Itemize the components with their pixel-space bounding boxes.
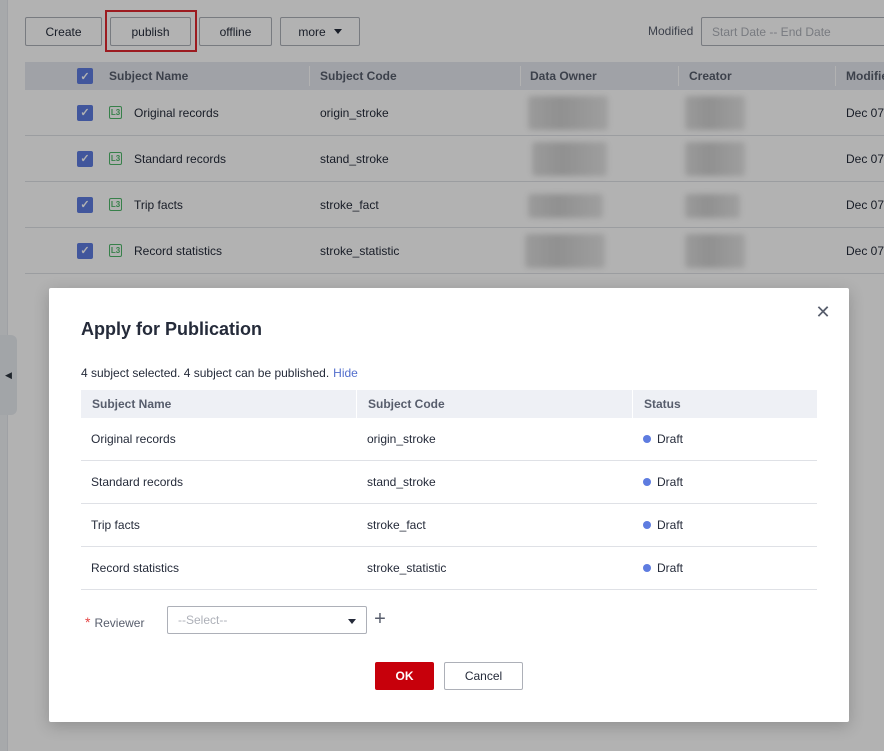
plus-icon[interactable]: + [370,608,390,632]
publish-dialog: Apply for Publication ✕ 4 subject select… [49,288,849,722]
subject-name: Standard records [91,475,184,489]
status-cell: Draft [643,547,683,589]
table-row: Record statistics stroke_statistic Draft [81,547,817,590]
cancel-button[interactable]: Cancel [444,662,523,690]
table-row: Standard records stand_stroke Draft [81,461,817,504]
status-cell: Draft [643,504,683,546]
status-dot-icon [643,521,651,529]
status-cell: Draft [643,418,683,460]
status-cell: Draft [643,461,683,503]
subject-name: Record statistics [91,561,180,575]
reviewer-select[interactable]: --Select-- [167,606,367,634]
reviewer-placeholder: --Select-- [178,613,228,627]
subject-code: origin_stroke [367,432,436,446]
status-dot-icon [643,478,651,486]
status-text: Draft [657,475,684,489]
col-status: Status [644,397,681,411]
dialog-title: Apply for Publication [81,319,263,339]
column-divider [632,390,633,418]
col-subject-name: Subject Name [92,397,172,411]
subject-code: stroke_fact [367,518,426,532]
column-divider [356,390,357,418]
hide-link[interactable]: Hide [333,366,358,380]
subject-code: stand_stroke [367,475,436,489]
caret-down-icon [348,619,356,624]
col-subject-code: Subject Code [368,397,445,411]
table-header: Subject Name Subject Code Status [81,390,817,418]
reviewer-label: * Reviewer [85,614,144,630]
publish-table: Subject Name Subject Code Status Origina… [81,390,817,590]
summary-text: 4 subject selected. 4 subject can be pub… [81,366,330,380]
subject-name: Trip facts [91,518,140,532]
status-text: Draft [657,561,684,575]
table-row: Trip facts stroke_fact Draft [81,504,817,547]
selection-summary: 4 subject selected. 4 subject can be pub… [81,366,358,380]
close-icon[interactable]: ✕ [815,303,831,321]
required-mark: * [85,614,91,630]
subject-code: stroke_statistic [367,561,447,575]
table-row: Original records origin_stroke Draft [81,418,817,461]
subject-name: Original records [91,432,176,446]
status-text: Draft [657,432,684,446]
status-dot-icon [643,435,651,443]
ok-button[interactable]: OK [375,662,434,690]
status-text: Draft [657,518,684,532]
status-dot-icon [643,564,651,572]
reviewer-text: Reviewer [94,616,145,630]
